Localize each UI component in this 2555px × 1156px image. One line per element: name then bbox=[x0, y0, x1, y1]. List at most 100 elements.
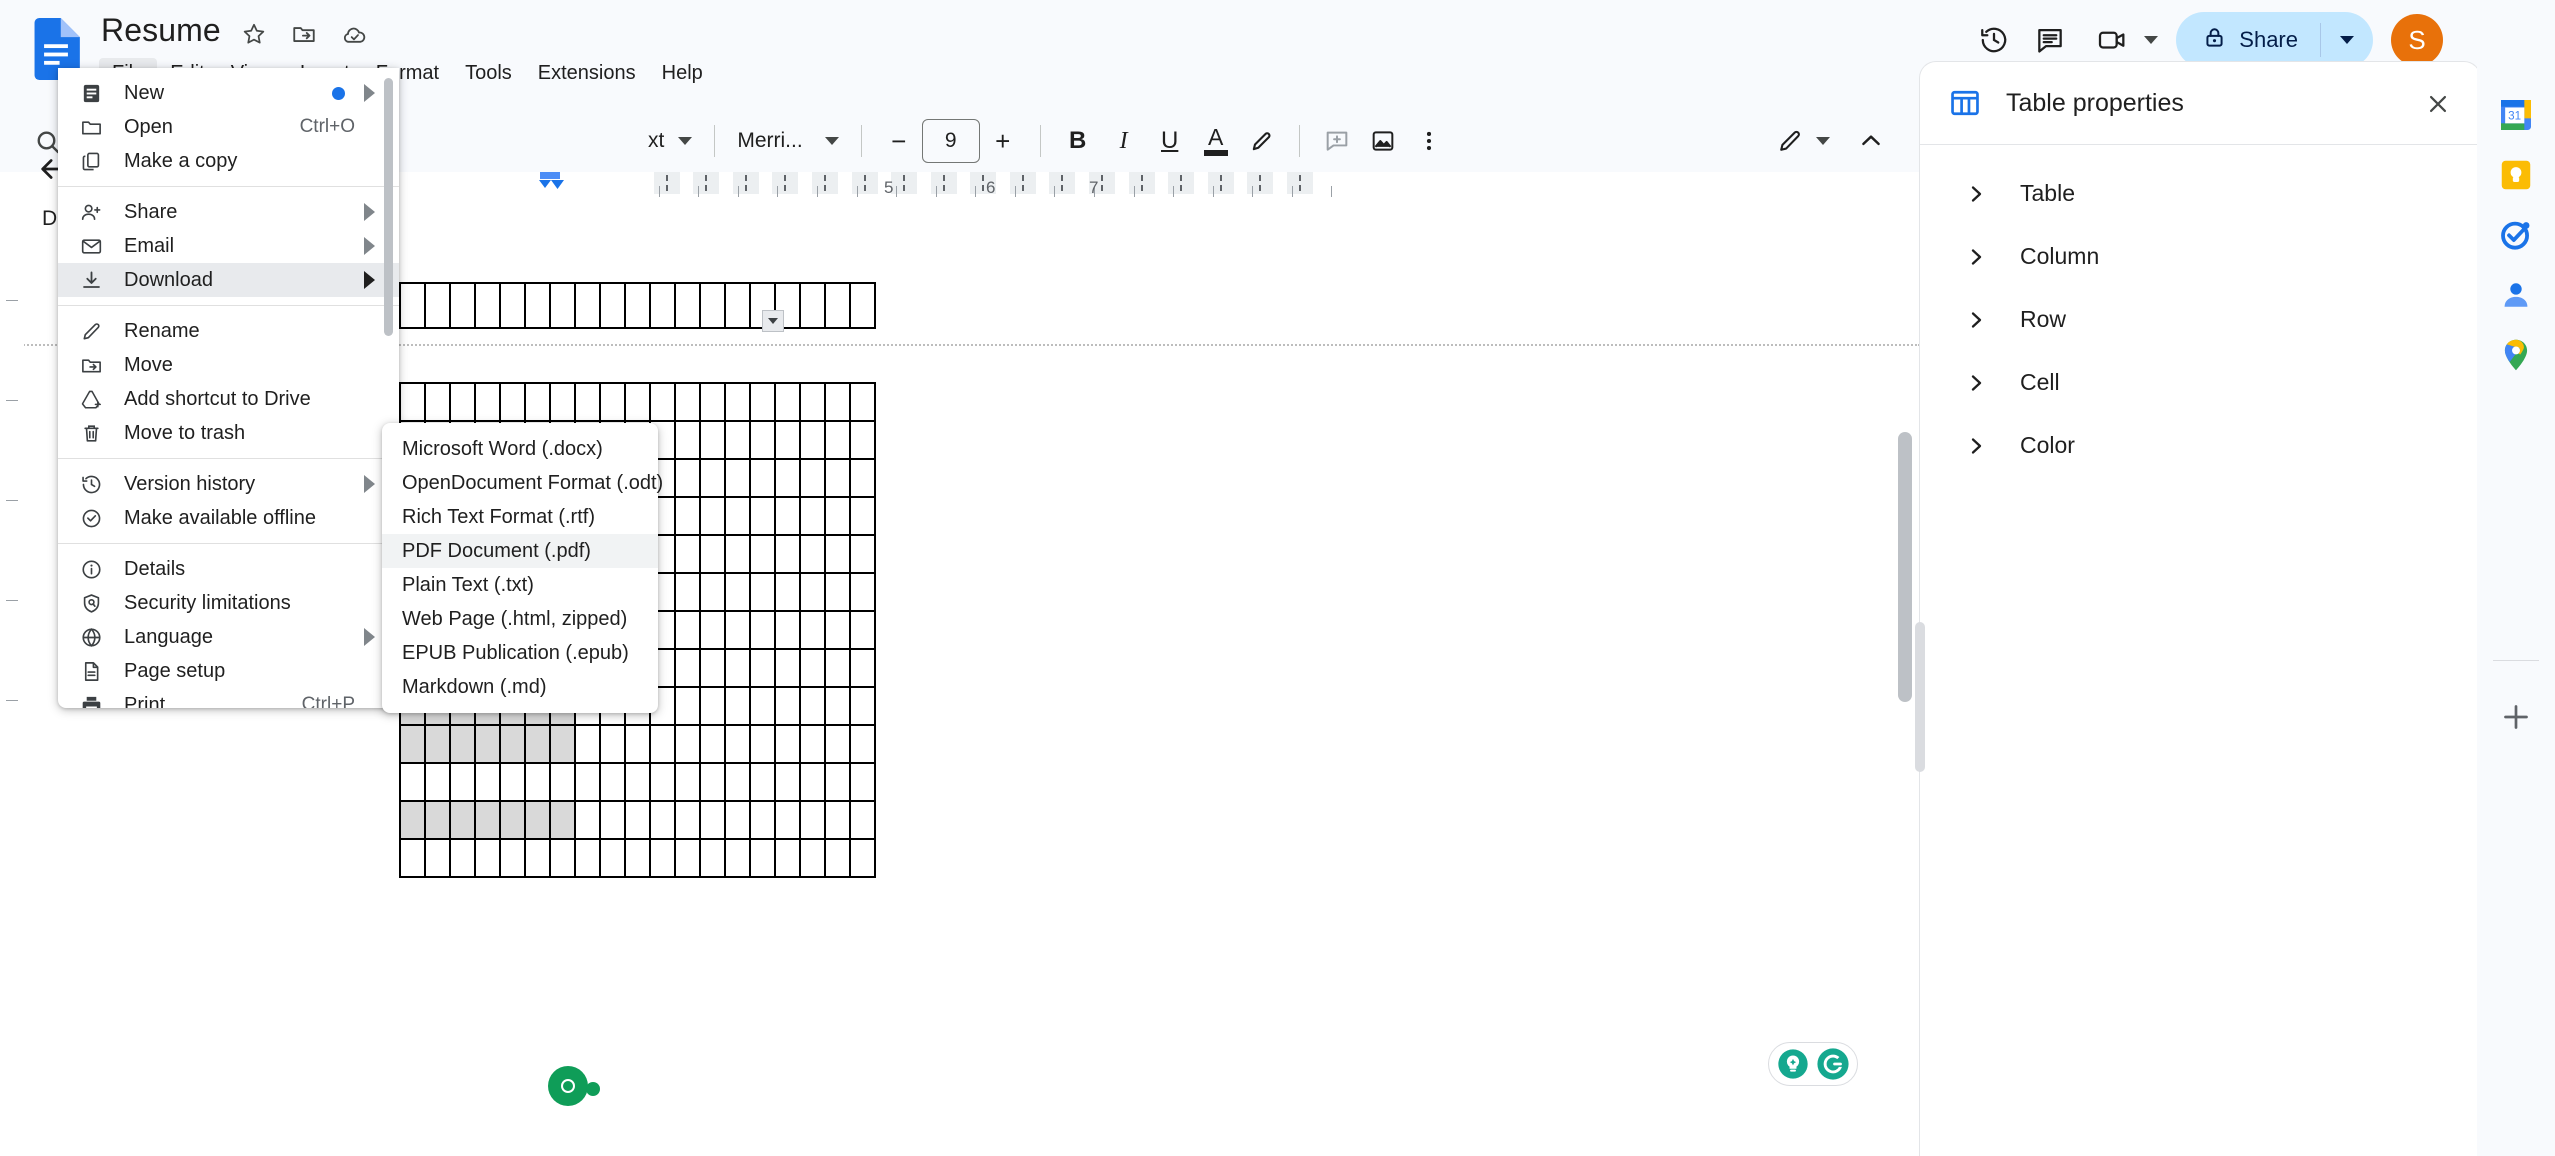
print-icon bbox=[80, 693, 114, 708]
google-calendar-icon[interactable]: 31 bbox=[2493, 92, 2539, 138]
ruler-number-5: 5 bbox=[884, 178, 894, 197]
download-option-rtf[interactable]: Rich Text Format (.rtf) bbox=[382, 500, 658, 534]
version-history-icon[interactable] bbox=[1966, 12, 2022, 68]
avatar[interactable]: S bbox=[2391, 14, 2443, 66]
page-setup-icon bbox=[80, 659, 114, 683]
table-row[interactable] bbox=[399, 282, 876, 329]
download-submenu[interactable]: Microsoft Word (.docx) OpenDocument Form… bbox=[382, 423, 663, 713]
panel-section-row[interactable]: Row bbox=[1920, 288, 2480, 351]
grammarly-logo-icon[interactable] bbox=[1815, 1046, 1851, 1082]
table-row[interactable] bbox=[399, 838, 876, 878]
share-chevron-down-icon[interactable] bbox=[2321, 12, 2373, 68]
decrease-font-size-button[interactable]: − bbox=[876, 118, 922, 164]
grammarly-badge[interactable] bbox=[1768, 1042, 1858, 1086]
download-option-md[interactable]: Markdown (.md) bbox=[382, 670, 658, 704]
menu-item-help[interactable]: Help bbox=[649, 58, 716, 89]
download-option-docx[interactable]: Microsoft Word (.docx) bbox=[382, 432, 658, 466]
panel-header: Table properties bbox=[1920, 62, 2480, 144]
file-menu-item-add-shortcut-to-drive[interactable]: Add shortcut to Drive bbox=[58, 382, 399, 416]
panel-scrollbar[interactable] bbox=[1915, 622, 1925, 772]
file-menu-label-details: Details bbox=[124, 557, 186, 580]
download-option-html[interactable]: Web Page (.html, zipped) bbox=[382, 602, 658, 636]
bold-label: B bbox=[1069, 127, 1087, 154]
explore-status-icon[interactable] bbox=[548, 1066, 588, 1106]
panel-section-color[interactable]: Color bbox=[1920, 414, 2480, 477]
bold-button[interactable]: B bbox=[1055, 118, 1101, 164]
google-keep-icon[interactable] bbox=[2493, 152, 2539, 198]
file-menu-item-make-a-copy[interactable]: Make a copy bbox=[58, 144, 399, 178]
underline-button[interactable]: U bbox=[1147, 118, 1193, 164]
font-family-dropdown[interactable]: Merri... bbox=[729, 118, 846, 164]
highlight-pen-icon[interactable] bbox=[1239, 118, 1285, 164]
collapse-toolbar-button[interactable] bbox=[1848, 118, 1894, 164]
meet-chevron-down-icon[interactable] bbox=[2144, 36, 2159, 44]
edit-mode-chevron-down-icon bbox=[1816, 137, 1830, 145]
file-menu-item-version-history[interactable]: Version history bbox=[58, 467, 399, 501]
cloud-saved-icon[interactable] bbox=[340, 20, 368, 48]
file-menu-item-move-to-trash[interactable]: Move to trash bbox=[58, 416, 399, 450]
document-title[interactable]: Resume bbox=[101, 12, 221, 49]
file-menu-item-page-setup[interactable]: Page setup bbox=[58, 654, 399, 688]
table-row[interactable] bbox=[399, 724, 876, 764]
close-icon[interactable] bbox=[2418, 84, 2458, 124]
indent-marker[interactable] bbox=[536, 172, 566, 200]
file-menu-label-language: Language bbox=[124, 625, 213, 648]
download-option-pdf[interactable]: PDF Document (.pdf) bbox=[382, 534, 658, 568]
header-actions: Share S bbox=[1966, 12, 2443, 68]
text-color-button[interactable]: A bbox=[1193, 118, 1239, 164]
menu-item-tools[interactable]: Tools bbox=[452, 58, 525, 89]
paragraph-style-dropdown[interactable]: xt bbox=[640, 118, 700, 164]
add-comment-icon[interactable] bbox=[1314, 118, 1360, 164]
meet-video-icon[interactable] bbox=[2084, 12, 2140, 68]
panel-section-table[interactable]: Table bbox=[1920, 162, 2480, 225]
file-menu-item-share[interactable]: Share bbox=[58, 195, 399, 229]
download-option-txt[interactable]: Plain Text (.txt) bbox=[382, 568, 658, 602]
file-menu-scrollbar[interactable] bbox=[384, 78, 393, 336]
file-menu-item-download[interactable]: Download bbox=[58, 263, 399, 297]
file-menu-item-security-limitations[interactable]: Security limitations bbox=[58, 586, 399, 620]
menu-divider-4 bbox=[58, 543, 399, 544]
file-menu-item-new[interactable]: New bbox=[58, 76, 399, 110]
google-maps-icon[interactable] bbox=[2493, 332, 2539, 378]
cell-dropdown-icon[interactable] bbox=[762, 310, 784, 332]
file-menu-item-make-available-offline[interactable]: Make available offline bbox=[58, 501, 399, 535]
download-option-odt[interactable]: OpenDocument Format (.odt) bbox=[382, 466, 663, 500]
file-menu-label-email: Email bbox=[124, 234, 175, 257]
insert-image-icon[interactable] bbox=[1360, 118, 1406, 164]
table-row[interactable] bbox=[399, 382, 876, 422]
download-option-epub[interactable]: EPUB Publication (.epub) bbox=[382, 636, 658, 670]
file-menu-panel[interactable]: New Open Ctrl+O Make a copy Share Email … bbox=[58, 68, 399, 708]
star-icon[interactable] bbox=[240, 20, 268, 48]
meet-button[interactable] bbox=[2084, 12, 2159, 68]
file-menu-item-language[interactable]: Language bbox=[58, 620, 399, 654]
share-main[interactable]: Share bbox=[2176, 12, 2320, 68]
panel-section-cell[interactable]: Cell bbox=[1920, 351, 2480, 414]
file-menu-item-details[interactable]: Details bbox=[58, 552, 399, 586]
google-tasks-icon[interactable] bbox=[2493, 212, 2539, 258]
file-menu-label-rename: Rename bbox=[124, 319, 200, 342]
panel-section-column[interactable]: Column bbox=[1920, 225, 2480, 288]
table-row[interactable] bbox=[399, 762, 876, 802]
table-row[interactable] bbox=[399, 800, 876, 840]
italic-button[interactable]: I bbox=[1101, 118, 1147, 164]
menu-item-extensions[interactable]: Extensions bbox=[525, 58, 649, 89]
copy-icon bbox=[80, 149, 114, 173]
comment-icon[interactable] bbox=[2022, 12, 2078, 68]
file-menu-item-open[interactable]: Open Ctrl+O bbox=[58, 110, 399, 144]
move-folder-icon[interactable] bbox=[290, 20, 318, 48]
increase-font-size-button[interactable]: + bbox=[980, 118, 1026, 164]
toolbar-right-controls bbox=[1768, 110, 1894, 172]
font-size-input[interactable]: 9 bbox=[921, 119, 980, 163]
share-button[interactable]: Share bbox=[2176, 12, 2373, 68]
document-table-top[interactable] bbox=[399, 282, 876, 329]
file-menu-item-email[interactable]: Email bbox=[58, 229, 399, 263]
file-menu-item-rename[interactable]: Rename bbox=[58, 314, 399, 348]
document-vertical-scrollbar[interactable] bbox=[1898, 432, 1912, 702]
grammarly-suggestion-icon[interactable] bbox=[1775, 1046, 1811, 1082]
file-menu-item-print[interactable]: Print Ctrl+P bbox=[58, 688, 399, 708]
file-menu-item-move[interactable]: Move bbox=[58, 348, 399, 382]
add-apps-button[interactable] bbox=[2493, 694, 2539, 740]
more-vertical-icon[interactable] bbox=[1406, 118, 1452, 164]
google-contacts-icon[interactable] bbox=[2493, 272, 2539, 318]
edit-mode-button[interactable] bbox=[1768, 118, 1838, 164]
